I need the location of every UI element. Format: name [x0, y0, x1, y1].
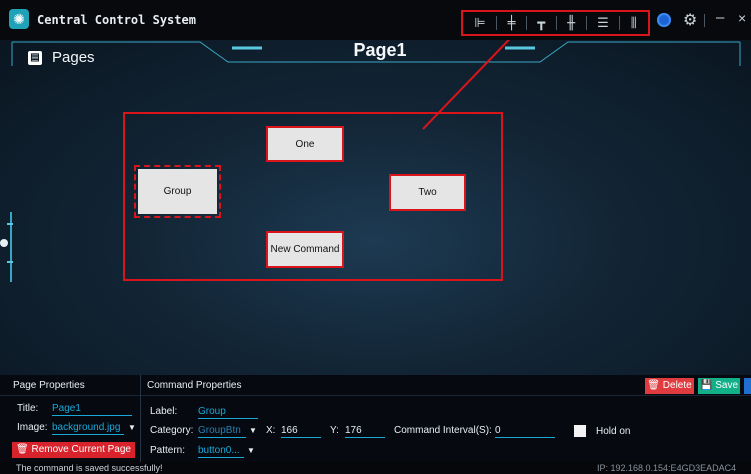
interval-input[interactable]: 0 — [495, 425, 555, 438]
command-properties-heading: Command Properties — [147, 380, 242, 391]
pattern-select[interactable]: button0... — [198, 445, 244, 458]
toolbar-divider — [585, 16, 587, 30]
hold-on-label: Hold on — [596, 426, 631, 437]
command-button-group[interactable]: Group — [134, 165, 221, 218]
align-left-icon[interactable]: ⊫ — [474, 17, 485, 30]
hold-on-checkbox[interactable] — [574, 425, 586, 437]
x-label: X: — [266, 425, 276, 436]
chevron-down-icon[interactable]: ▼ — [249, 426, 257, 435]
remove-page-label: Remove Current Page — [31, 444, 131, 455]
align-top-icon[interactable]: ┳ — [537, 17, 545, 30]
gear-icon[interactable]: ⚙ — [683, 10, 697, 29]
page-image-label: Image: — [17, 422, 48, 433]
page-canvas[interactable]: ▤ Pages Page1 One Group Two New Command — [0, 40, 751, 375]
x-input[interactable]: 166 — [281, 425, 321, 438]
app-logo-icon: ✺ — [9, 9, 29, 29]
overflow-button[interactable] — [744, 378, 751, 394]
y-input[interactable]: 176 — [345, 425, 385, 438]
delete-button[interactable]: 🗑 Delete — [645, 378, 694, 394]
distribute-vertical-icon[interactable]: ⫼ — [631, 17, 637, 30]
y-label: Y: — [330, 425, 339, 436]
toolbar-divider — [525, 16, 527, 30]
page-properties-heading: Page Properties — [13, 380, 85, 391]
align-center-h-icon[interactable]: ╪ — [508, 17, 516, 30]
status-message: The command is saved successfully! — [16, 463, 163, 473]
panel-divider — [140, 375, 141, 462]
category-label: Category: — [150, 425, 194, 436]
window-controls-divider — [704, 14, 705, 27]
interval-label: Command Interval(S): — [394, 425, 492, 436]
command-label-label: Label: — [150, 406, 178, 417]
trash-icon: 🗑 — [16, 444, 32, 455]
chevron-down-icon[interactable]: ▼ — [128, 423, 136, 432]
pattern-label: Pattern: — [150, 445, 186, 456]
category-select[interactable]: GroupBtn — [198, 425, 246, 438]
status-bar: The command is saved successfully! IP: 1… — [0, 462, 751, 474]
command-button-new-command[interactable]: New Command — [266, 231, 344, 268]
toolbar-divider — [555, 16, 557, 30]
align-center-v-icon[interactable]: ╫ — [567, 17, 575, 30]
distribute-horizontal-icon[interactable]: ☰ — [597, 17, 609, 30]
command-button-one[interactable]: One — [266, 126, 344, 162]
save-button[interactable]: 💾 Save — [698, 378, 740, 394]
save-label: Save — [715, 380, 739, 391]
ip-address: IP: 192.168.0.154:E4GD3EADAC4 — [597, 463, 737, 473]
toolbar-divider — [496, 16, 498, 30]
app-title: Central Control System — [37, 13, 196, 27]
trash-icon: 🗑 — [647, 380, 663, 391]
page-image-select[interactable]: background.jpg — [52, 422, 124, 435]
save-icon: 💾 — [699, 380, 716, 391]
page-title-label: Title: — [17, 403, 39, 414]
chevron-down-icon[interactable]: ▼ — [247, 446, 255, 455]
delete-label: Delete — [662, 380, 692, 391]
command-label-input[interactable]: Group — [198, 406, 258, 419]
properties-panel: Page Properties Command Properties Title… — [0, 375, 751, 462]
panel-header-rule — [0, 395, 751, 396]
command-button-two[interactable]: Two — [389, 174, 466, 211]
toolbar-divider — [619, 16, 621, 30]
minimize-icon[interactable]: – — [716, 9, 724, 26]
title-bar: ✺ Central Control System ⊫ ╪ ┳ ╫ ☰ ⫼ ⚙ –… — [0, 0, 751, 40]
remove-page-button[interactable]: 🗑 Remove Current Page — [12, 442, 135, 458]
alignment-toolbar: ⊫ ╪ ┳ ╫ ☰ ⫼ — [461, 10, 650, 36]
page-title-input[interactable]: Page1 — [52, 403, 132, 416]
globe-icon[interactable] — [657, 13, 671, 27]
close-icon[interactable]: × — [738, 10, 746, 26]
